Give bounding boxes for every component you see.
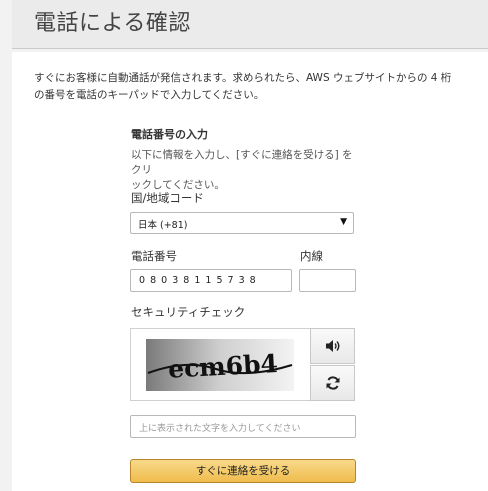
intro-line-1: すぐにお客様に自動通話が発信されます。求められたら、AWS ウェブサイトからの … bbox=[34, 72, 452, 84]
intro-text: すぐにお客様に自動通話が発信されます。求められたら、AWS ウェブサイトからの … bbox=[34, 70, 464, 104]
captcha-input-placeholder: 上に表示された文字を入力してください bbox=[139, 424, 301, 434]
section-description: 以下に情報を入力し、[すぐに連絡を受ける] をクリ ックしてください。 bbox=[131, 148, 361, 193]
security-check-label: セキュリティチェック bbox=[131, 305, 246, 319]
country-code-label: 国/地域コード bbox=[131, 191, 204, 205]
captcha-input[interactable]: 上に表示された文字を入力してください bbox=[130, 415, 356, 438]
phone-number-value: 0 8 0 3 8 1 1 5 7 3 8 bbox=[139, 275, 257, 286]
audio-captcha-button[interactable] bbox=[310, 328, 355, 364]
country-code-select[interactable]: 日本 (+81) ▼ bbox=[130, 212, 354, 234]
refresh-icon bbox=[326, 376, 339, 390]
extension-input[interactable] bbox=[299, 269, 356, 292]
captcha-image: ecm6b4 bbox=[146, 339, 294, 391]
verification-card: すぐにお客様に自動通話が発信されます。求められたら、AWS ウェブサイトからの … bbox=[12, 52, 488, 491]
refresh-captcha-button[interactable] bbox=[310, 365, 355, 401]
speaker-icon bbox=[325, 340, 339, 352]
phone-number-label: 電話番号 bbox=[131, 249, 177, 263]
section-desc-line-1: 以下に情報を入力し、[すぐに連絡を受ける] をクリ bbox=[131, 149, 353, 176]
page-title: 電話による確認 bbox=[34, 11, 191, 36]
intro-line-2: の番号を電話のキーパッドで入力してください。 bbox=[34, 89, 265, 101]
phone-number-input[interactable]: 0 8 0 3 8 1 1 5 7 3 8 bbox=[130, 269, 292, 292]
captcha-box: ecm6b4 bbox=[130, 328, 310, 401]
section-title: 電話番号の入力 bbox=[131, 128, 208, 141]
country-code-value: 日本 (+81) bbox=[138, 220, 188, 231]
dropdown-arrow-icon: ▼ bbox=[340, 217, 347, 227]
call-me-now-button[interactable]: すぐに連絡を受ける bbox=[130, 459, 356, 483]
captcha-text: ecm6b4 bbox=[167, 349, 278, 384]
extension-label: 内線 bbox=[300, 249, 323, 263]
page-header: 電話による確認 bbox=[12, 0, 488, 49]
